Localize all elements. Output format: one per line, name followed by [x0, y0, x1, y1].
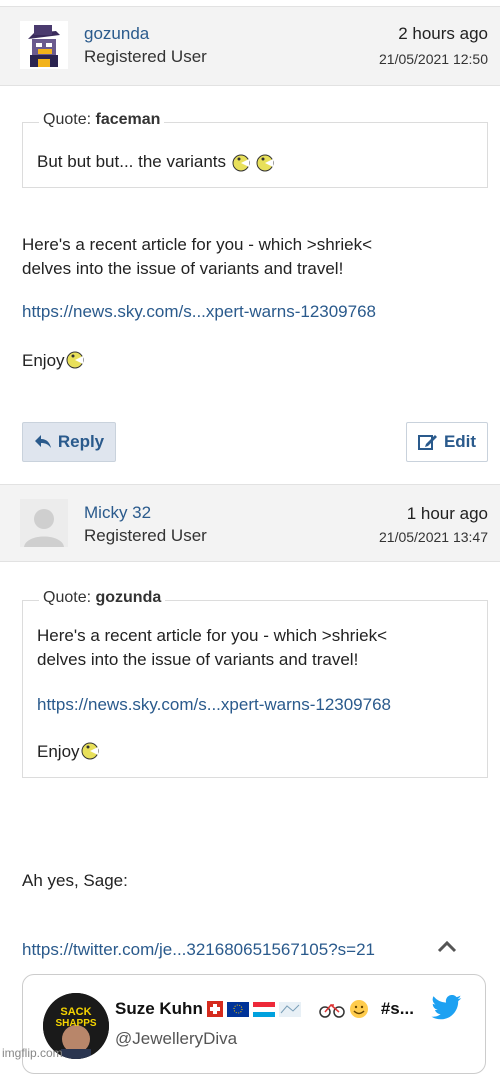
username-link[interactable]: Micky 32: [84, 503, 151, 523]
twitter-bird-icon[interactable]: [431, 995, 463, 1021]
user-role: Registered User: [84, 526, 207, 545]
quote-article-link[interactable]: https://news.sky.com/s...xpert-warns-123…: [37, 695, 391, 715]
duck-avatar-icon: [20, 21, 68, 69]
quote-author: gozunda: [95, 589, 162, 606]
quote-prefix: Quote:: [43, 589, 92, 606]
reply-icon: [34, 435, 51, 448]
chevron-up-icon[interactable]: [436, 938, 458, 954]
reply-button[interactable]: Reply: [22, 422, 116, 462]
quote-line-2: delves into the issue of variants and tr…: [37, 650, 359, 669]
post-body-line-2: delves into the issue of variants and tr…: [22, 259, 344, 278]
quote-label: Quote: faceman: [39, 111, 165, 129]
tweet-display-name: Suze Kuhn: [115, 999, 203, 1018]
tweet-name-suffix: #s...: [380, 999, 414, 1018]
quote-box: Quote: faceman But but but... the varian…: [22, 111, 488, 188]
twitter-link[interactable]: https://twitter.com/je...321680651567105…: [22, 940, 375, 960]
quote-prefix: Quote:: [43, 111, 92, 128]
default-user-icon: [20, 499, 68, 547]
username-link[interactable]: gozunda: [84, 24, 149, 44]
quote-box: Quote: gozunda Here's a recent article f…: [22, 589, 488, 778]
quote-text-content: But but but... the variants: [37, 152, 227, 171]
avatar[interactable]: [20, 21, 68, 69]
article-link[interactable]: https://news.sky.com/s...xpert-warns-123…: [22, 302, 376, 322]
tweet-name: Suze Kuhn #s...: [115, 999, 414, 1019]
edit-icon: [417, 435, 437, 450]
watermark: imgflip.com: [2, 1046, 63, 1060]
post-body-text: Ah yes, Sage:: [22, 871, 128, 890]
tweet-handle[interactable]: @JewelleryDiva: [115, 1029, 237, 1049]
svg-text:SHAPPS: SHAPPS: [55, 1018, 96, 1029]
avatar[interactable]: [20, 499, 68, 547]
quote-enjoy: Enjoy: [37, 741, 102, 763]
enjoy-text: Enjoy: [22, 350, 87, 372]
quote-label: Quote: gozunda: [39, 589, 166, 607]
post-header: Micky 32 Registered User 1 hour ago 21/0…: [0, 484, 500, 562]
reply-label: Reply: [57, 432, 105, 451]
svg-text:SACK: SACK: [60, 1006, 91, 1018]
post-body-line-1: Here's a recent article for you - which …: [22, 235, 373, 254]
edit-label: Edit: [443, 432, 477, 451]
tweet-embed[interactable]: SACK SHAPPS Suze Kuhn #s... @JewelleryDi…: [22, 974, 486, 1074]
post-date: 21/05/2021 13:47: [379, 529, 488, 545]
laughing-emoticon-icon: [232, 154, 274, 172]
quote-line-1: Here's a recent article for you - which …: [37, 626, 388, 645]
bike-smile-emoji-icons: [319, 1000, 368, 1018]
quote-text: But but but... the variants: [37, 151, 277, 173]
enjoy-label: Enjoy: [22, 351, 65, 370]
quote-author: faceman: [95, 111, 161, 128]
post-header: gozunda Registered User 2 hours ago 21/0…: [0, 6, 500, 86]
post-date: 21/05/2021 12:50: [379, 51, 488, 67]
laughing-emoticon-icon: [66, 351, 84, 369]
user-role: Registered User: [84, 47, 207, 66]
flag-emoji-icons: [206, 1001, 301, 1017]
edit-button[interactable]: Edit: [406, 422, 488, 462]
post-time-ago: 1 hour ago: [406, 504, 488, 523]
enjoy-label: Enjoy: [37, 742, 80, 761]
post-time-ago: 2 hours ago: [398, 24, 488, 43]
laughing-emoticon-icon: [81, 742, 99, 760]
